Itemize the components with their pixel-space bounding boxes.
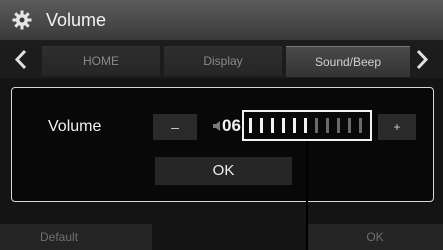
volume-bar-8 (326, 118, 329, 133)
volume-bar-7 (315, 118, 318, 133)
tab-home[interactable]: HOME (42, 46, 160, 76)
volume-bar-5 (293, 118, 296, 133)
volume-up-button[interactable]: + (378, 114, 416, 140)
gear-icon (12, 10, 32, 30)
tab-sound-beep[interactable]: Sound/Beep (286, 46, 410, 77)
ok-button[interactable]: OK (155, 157, 292, 185)
tab-bar: HOME Display Sound/Beep (0, 41, 443, 78)
volume-bar-10 (348, 118, 351, 133)
bottom-ok-button[interactable]: OK (307, 224, 443, 250)
default-button-label: Default (40, 230, 79, 244)
volume-bar-9 (337, 118, 340, 133)
chevron-right-icon[interactable] (403, 41, 443, 78)
volume-value: 06 (222, 116, 241, 135)
speaker-icon (213, 121, 220, 131)
tab-display[interactable]: Display (164, 46, 282, 76)
callout-line (306, 141, 308, 250)
volume-bar-4 (282, 118, 285, 133)
default-button[interactable]: Default (0, 224, 152, 250)
title-bar: Volume (0, 0, 443, 41)
volume-down-button[interactable]: – (153, 114, 197, 140)
volume-bar-11 (359, 118, 362, 133)
page-title: Volume (46, 10, 107, 30)
volume-bar-6 (304, 118, 307, 133)
volume-bar-3 (271, 118, 274, 133)
volume-label: Volume (48, 118, 102, 135)
volume-bar-1 (249, 118, 252, 133)
chevron-left-icon[interactable] (0, 41, 40, 78)
volume-bar-2 (260, 118, 263, 133)
volume-screen: Volume HOME Display Sound/Beep Volume – … (0, 0, 443, 250)
